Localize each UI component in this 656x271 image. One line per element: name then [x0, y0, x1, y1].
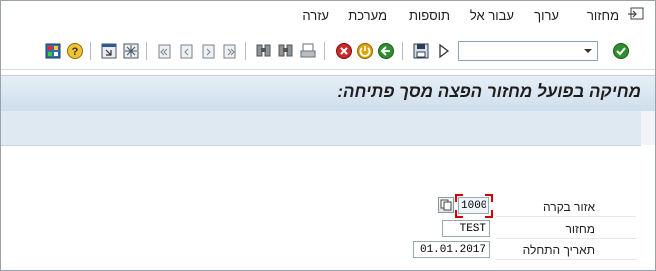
start-date-field[interactable]	[413, 241, 490, 258]
control-area-label: אזור בקרה	[543, 200, 595, 214]
required-marker-top-left	[455, 194, 463, 202]
search-help-button[interactable]	[438, 197, 454, 213]
toolbar-separator	[324, 42, 325, 60]
command-input[interactable]	[461, 43, 583, 59]
field-underline	[496, 238, 636, 239]
required-marker-top-right	[485, 194, 493, 202]
customize-layout-icon[interactable]	[44, 42, 62, 60]
cancel-icon[interactable]	[335, 42, 353, 60]
create-session-icon[interactable]	[100, 42, 118, 60]
toolbar-separator	[90, 42, 91, 60]
menu-item-help[interactable]: עזרה	[302, 8, 329, 23]
field-underline	[496, 259, 636, 260]
cycle-field[interactable]	[442, 220, 490, 237]
required-marker-bottom-right	[485, 210, 493, 218]
next-page-icon[interactable]	[200, 42, 218, 60]
exit-icon[interactable]	[627, 7, 645, 21]
menu-item-system[interactable]: מערכת	[348, 8, 387, 23]
command-field[interactable]	[458, 41, 598, 61]
application-toolbar	[1, 111, 641, 146]
value-help-icon	[440, 199, 452, 211]
exit-icon[interactable]	[356, 42, 374, 60]
toolbar-separator	[245, 42, 246, 60]
print-icon[interactable]	[299, 42, 317, 60]
back-icon[interactable]	[377, 42, 395, 60]
save-icon[interactable]	[412, 42, 430, 60]
find-icon[interactable]	[255, 42, 273, 60]
cycle-label: מחזור	[565, 222, 595, 236]
application-toolbar-scroll-area	[641, 111, 655, 145]
menu-bar: מחזור ערוך עבור אל תוספות מערכת עזרה	[1, 1, 655, 31]
help-icon[interactable]: ?	[66, 42, 84, 60]
toolbar-separator	[402, 42, 403, 60]
start-date-label: תאריך התחלה	[522, 243, 595, 257]
first-page-icon[interactable]	[156, 42, 174, 60]
forward-icon[interactable]	[435, 42, 453, 60]
required-marker-bottom-left	[455, 210, 463, 218]
command-dropdown-icon[interactable]	[582, 46, 594, 56]
sap-window: מחזור ערוך עבור אל תוספות מערכת עזרה ? מ…	[0, 0, 656, 271]
menu-item-cycle[interactable]: מחזור	[587, 8, 619, 23]
previous-page-icon[interactable]	[178, 42, 196, 60]
find-next-icon[interactable]	[277, 42, 295, 60]
page-title: מחיקה בפועל מחזור הפצה מסך פתיחה:	[337, 82, 641, 101]
title-bar: מחיקה בפועל מחזור הפצה מסך פתיחה:	[1, 75, 655, 112]
menu-item-edit[interactable]: ערוך	[534, 8, 559, 23]
menu-item-goto[interactable]: עבור אל	[470, 8, 514, 23]
create-shortcut-icon[interactable]	[122, 42, 140, 60]
svg-text:?: ?	[72, 46, 79, 58]
field-underline	[496, 216, 636, 217]
menu-item-extras[interactable]: תוספות	[409, 8, 450, 23]
last-page-icon[interactable]	[221, 42, 239, 60]
enter-icon[interactable]	[612, 42, 630, 60]
standard-toolbar: ?	[1, 33, 655, 70]
toolbar-separator	[146, 42, 147, 60]
